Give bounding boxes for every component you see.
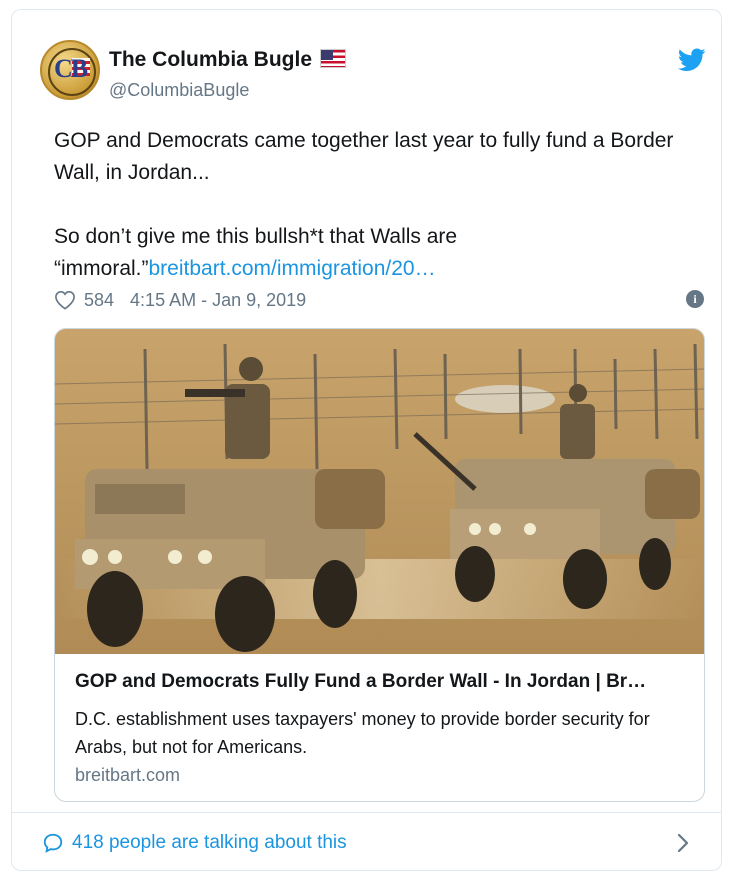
avatar-letters: CB: [53, 54, 88, 83]
talking-about-link[interactable]: 418 people are talking about this: [42, 832, 347, 854]
author-name-row[interactable]: The Columbia Bugle: [109, 48, 347, 72]
tweet-card: CB The Columbia Bugle @ColumbiaBugle GOP…: [11, 9, 722, 871]
link-preview-domain: breitbart.com: [75, 765, 181, 785]
info-icon[interactable]: i: [686, 290, 704, 308]
tweet-text: GOP and Democrats came together last yea…: [54, 125, 694, 285]
link-preview-description: D.C. establishment uses taxpayers' money…: [75, 709, 650, 757]
author-avatar[interactable]: CB: [40, 40, 100, 100]
twitter-bird-icon[interactable]: [678, 48, 706, 72]
tweet-link[interactable]: breitbart.com/immigration/20…: [149, 257, 436, 280]
footer-divider: [12, 812, 721, 813]
link-preview-title[interactable]: GOP and Democrats Fully Fund a Border Wa…: [75, 671, 695, 693]
link-preview-image: [55, 329, 704, 654]
speech-bubble-icon: [43, 833, 63, 853]
author-name[interactable]: The Columbia Bugle: [109, 48, 312, 71]
link-preview-card[interactable]: GOP and Democrats Fully Fund a Border Wa…: [54, 328, 705, 802]
chevron-right-icon[interactable]: [676, 832, 690, 854]
heart-icon[interactable]: [54, 290, 76, 310]
tweet-text-paragraph: GOP and Democrats came together last yea…: [54, 129, 674, 184]
us-flag-icon: [320, 49, 347, 68]
like-count[interactable]: 584: [84, 290, 114, 311]
tweet-meta: 584 4:15 AM - Jan 9, 2019 i: [54, 285, 704, 315]
author-handle[interactable]: @ColumbiaBugle: [109, 80, 249, 101]
talking-about-label[interactable]: 418 people are talking about this: [72, 832, 347, 854]
military-vehicles-photo: [55, 329, 704, 654]
tweet-timestamp[interactable]: 4:15 AM - Jan 9, 2019: [130, 290, 306, 311]
tweet-text-paragraph: So don’t give me this bullsh*t that Wall…: [54, 221, 694, 285]
